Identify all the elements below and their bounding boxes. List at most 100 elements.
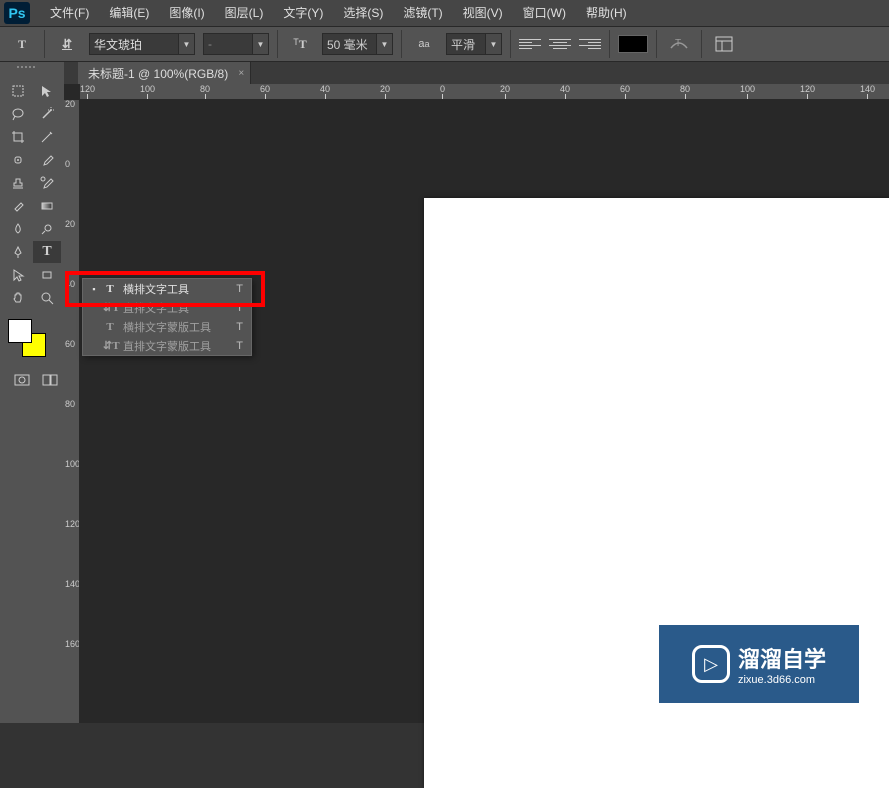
bullet-icon: ▪	[91, 284, 97, 294]
ruler-tick: 60	[65, 340, 75, 348]
flyout-item[interactable]: T横排文字蒙版工具T	[83, 317, 251, 336]
ruler-tick: 80	[200, 84, 210, 100]
document-tab[interactable]: 未标题-1 @ 100%(RGB/8) ×	[78, 62, 251, 84]
chevron-down-icon[interactable]: ▼	[253, 33, 269, 55]
flyout-shortcut: T	[236, 283, 243, 295]
menu-file[interactable]: 文件(F)	[40, 0, 99, 26]
flyout-label: 横排文字工具	[123, 281, 189, 297]
stamp-tool[interactable]	[4, 172, 32, 194]
watermark-title: 溜溜自学	[738, 642, 826, 674]
ruler-tick: 80	[65, 400, 75, 408]
pen-tool[interactable]	[4, 241, 32, 263]
close-icon[interactable]: ×	[238, 68, 244, 79]
quick-mask-button[interactable]	[12, 369, 32, 391]
ruler-tick: 100	[740, 84, 755, 100]
ruler-vertical[interactable]: 20020406080100120140160	[64, 100, 80, 723]
flyout-label: 直排文字蒙版工具	[123, 338, 211, 354]
history-brush-tool[interactable]	[33, 172, 61, 194]
text-orientation-button[interactable]: ⇵	[53, 32, 81, 56]
antialias-icon: aa	[410, 32, 438, 56]
antialias-value: 平滑	[451, 36, 475, 53]
type-tool[interactable]: T	[33, 241, 61, 263]
font-size-value: 50 毫米	[327, 36, 368, 53]
grip-icon[interactable]	[17, 64, 47, 70]
ruler-tick: 100	[140, 84, 155, 100]
gradient-tool[interactable]	[33, 195, 61, 217]
workspace: T 未标题-1 @ 100%(RGB/8) × 120 100 80 60 40 20 0 2…	[0, 62, 889, 723]
document-area: 未标题-1 @ 100%(RGB/8) × 120 100 80 60 40 20 0 20 4…	[64, 62, 889, 723]
current-tool-icon[interactable]: T	[8, 32, 36, 56]
blur-tool[interactable]	[4, 218, 32, 240]
menu-window[interactable]: 窗口(W)	[513, 0, 576, 26]
watermark: ▷ 溜溜自学 zixue.3d66.com	[659, 625, 859, 703]
menu-type[interactable]: 文字(Y)	[273, 0, 333, 26]
ruler-tick: 60	[260, 84, 270, 100]
dodge-tool[interactable]	[33, 218, 61, 240]
menu-select[interactable]: 选择(S)	[333, 0, 393, 26]
ruler-horizontal[interactable]: 12010080604020020406080100120140	[80, 84, 889, 100]
svg-text:T: T	[675, 38, 681, 49]
healing-tool[interactable]	[4, 149, 32, 171]
shape-tool[interactable]	[33, 264, 61, 286]
menu-view[interactable]: 视图(V)	[453, 0, 513, 26]
menu-filter[interactable]: 滤镜(T)	[393, 0, 452, 26]
ruler-tick: 20	[380, 84, 390, 100]
crop-tool[interactable]	[4, 126, 32, 148]
ruler-tick: 0	[65, 160, 70, 168]
brush-tool[interactable]	[33, 149, 61, 171]
ruler-tick: 40	[320, 84, 330, 100]
hand-tool[interactable]	[4, 287, 32, 309]
ruler-tick: 40	[65, 280, 75, 288]
character-panel-button[interactable]	[710, 32, 738, 56]
ruler-tick: 20	[65, 220, 75, 228]
foreground-color[interactable]	[8, 319, 32, 343]
ruler-tick: 20	[65, 100, 75, 108]
flyout-item[interactable]: ⇵T 直排文字蒙版工具 T	[83, 336, 251, 355]
lasso-tool[interactable]	[4, 103, 32, 125]
wand-tool[interactable]	[33, 103, 61, 125]
eyedropper-tool[interactable]	[33, 126, 61, 148]
menu-edit[interactable]: 编辑(E)	[99, 0, 159, 26]
ruler-tick: 120	[65, 520, 80, 528]
chevron-down-icon[interactable]: ▼	[486, 33, 502, 55]
font-style-dropdown[interactable]: - ▼	[203, 33, 269, 55]
font-family-dropdown[interactable]: 华文琥珀 ▼	[89, 33, 195, 55]
menu-help[interactable]: 帮助(H)	[576, 0, 637, 26]
separator	[701, 30, 702, 58]
options-bar: T ⇵ 华文琥珀 ▼ - ▼ TT 50 毫米 ▼ aa 平滑 ▼ T	[0, 26, 889, 62]
ruler-tick: 140	[65, 580, 80, 588]
align-right-button[interactable]	[579, 35, 601, 53]
font-size-dropdown[interactable]: 50 毫米 ▼	[322, 33, 393, 55]
align-center-button[interactable]	[549, 35, 571, 53]
ruler-tick: 160	[65, 640, 80, 648]
type-icon: T	[103, 283, 117, 295]
play-icon: ▷	[692, 645, 730, 683]
chevron-down-icon[interactable]: ▼	[377, 33, 393, 55]
screen-mode-button[interactable]	[40, 369, 60, 391]
flyout-item[interactable]: ⇵T直排文字工具T	[83, 298, 251, 317]
flyout-shortcut: T	[236, 302, 243, 314]
ruler-tick: 40	[560, 84, 570, 100]
antialias-dropdown[interactable]: 平滑 ▼	[446, 33, 502, 55]
flyout-shortcut: T	[236, 340, 243, 352]
separator	[609, 30, 610, 58]
path-selection-tool[interactable]	[4, 264, 32, 286]
separator	[510, 30, 511, 58]
chevron-down-icon[interactable]: ▼	[179, 33, 195, 55]
type-icon: ⇵T	[103, 339, 117, 352]
move-tool[interactable]	[4, 80, 32, 102]
align-left-button[interactable]	[519, 35, 541, 53]
toolbox: T	[0, 62, 64, 723]
eraser-tool[interactable]	[4, 195, 32, 217]
selection-tool[interactable]	[33, 80, 61, 102]
color-picker[interactable]	[8, 319, 46, 357]
ruler-tick: 140	[860, 84, 875, 100]
menu-layer[interactable]: 图层(L)	[215, 0, 274, 26]
ps-logo[interactable]: Ps	[4, 2, 30, 24]
menu-image[interactable]: 图像(I)	[159, 0, 214, 26]
warp-text-button[interactable]: T	[665, 32, 693, 56]
zoom-tool[interactable]	[33, 287, 61, 309]
flyout-item[interactable]: ▪ T 横排文字工具 T	[83, 279, 251, 298]
text-color-swatch[interactable]	[618, 35, 648, 53]
font-size-icon: TT	[286, 32, 314, 56]
